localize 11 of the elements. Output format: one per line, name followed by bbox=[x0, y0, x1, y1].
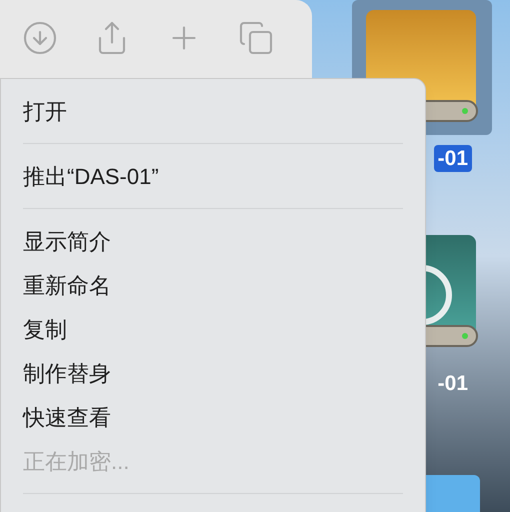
download-icon[interactable] bbox=[22, 20, 58, 56]
menu-item[interactable]: 快速查看 bbox=[23, 400, 111, 434]
drive-label: -01 bbox=[434, 145, 472, 172]
menu-item[interactable]: 推出“DAS-01” bbox=[23, 160, 159, 192]
menu-item[interactable]: 复制 bbox=[23, 312, 67, 346]
menu-item[interactable]: 制作替身 bbox=[23, 356, 111, 390]
menu-item[interactable]: 打开 bbox=[23, 94, 67, 128]
drive-label: -01 bbox=[436, 371, 469, 397]
copy-icon[interactable] bbox=[238, 20, 274, 56]
menu-item[interactable]: 显示简介 bbox=[23, 224, 111, 258]
menu-item[interactable]: 重新命名 bbox=[23, 268, 111, 302]
